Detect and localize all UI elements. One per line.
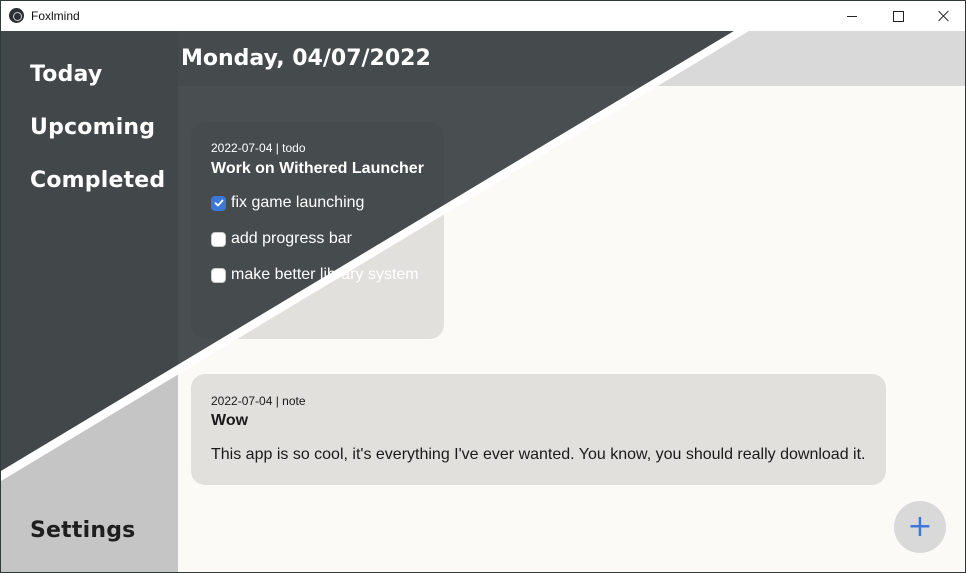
note-card-title: Wow bbox=[211, 412, 249, 429]
sidebar-item-today[interactable]: Today bbox=[30, 62, 102, 87]
checkbox-unchecked[interactable] bbox=[211, 267, 226, 283]
add-button[interactable]: + bbox=[894, 501, 946, 553]
task-label: fix game launching bbox=[231, 194, 365, 211]
sidebar-item-settings[interactable]: Settings bbox=[30, 518, 135, 543]
checkbox-unchecked[interactable] bbox=[211, 231, 226, 247]
task-label: make better library system bbox=[231, 266, 419, 283]
task-label: add progress bar bbox=[231, 230, 352, 247]
minimize-icon bbox=[847, 15, 857, 17]
todo-card-title: Work on Withered Launcher bbox=[211, 160, 424, 177]
app-body: Today Upcoming Completed Settings Monday… bbox=[1, 31, 965, 572]
close-icon bbox=[938, 10, 950, 22]
task-item[interactable]: make better library system bbox=[211, 266, 419, 284]
title-bar: Foxlmind bbox=[1, 1, 965, 31]
checkbox-checked[interactable] bbox=[211, 195, 226, 211]
plus-icon: + bbox=[907, 509, 933, 544]
close-button[interactable] bbox=[921, 1, 965, 31]
window-title: Foxlmind bbox=[31, 9, 80, 23]
task-item[interactable]: fix game launching bbox=[211, 194, 364, 212]
note-card-meta: 2022-07-04 | note bbox=[211, 394, 306, 408]
todo-card-meta: 2022-07-04 | todo bbox=[211, 141, 306, 155]
checkmark-icon bbox=[214, 199, 223, 207]
app-window: Foxlmind Today Upcoming Completed Settin… bbox=[0, 0, 966, 573]
minimize-button[interactable] bbox=[829, 1, 875, 31]
note-card-body: This app is so cool, it's everything I'v… bbox=[211, 446, 866, 463]
page-title: Monday, 04/07/2022 bbox=[181, 46, 431, 71]
sidebar-item-completed[interactable]: Completed bbox=[30, 168, 165, 193]
app-icon bbox=[9, 8, 24, 23]
task-item[interactable]: add progress bar bbox=[211, 230, 352, 248]
maximize-button[interactable] bbox=[875, 1, 921, 31]
sidebar-item-upcoming[interactable]: Upcoming bbox=[30, 115, 155, 140]
sidebar bbox=[1, 31, 178, 572]
maximize-icon bbox=[892, 10, 904, 22]
note-card[interactable] bbox=[191, 374, 886, 485]
